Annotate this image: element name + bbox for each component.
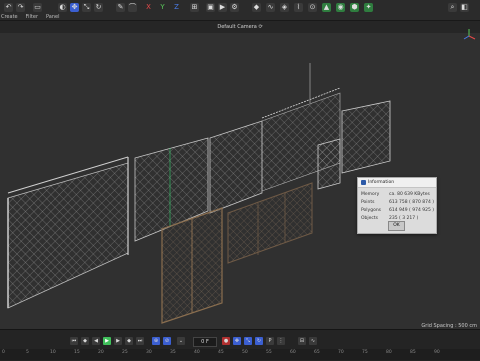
spline-icon[interactable]: ∿: [266, 3, 275, 12]
polygons-row: Polygons 614 949 ( 974 925 ): [361, 208, 435, 213]
axis-gizmo: [463, 29, 476, 40]
light-icon[interactable]: ✦: [364, 3, 373, 12]
select-icon[interactable]: ▭: [33, 3, 42, 12]
play-icon[interactable]: ▶: [103, 337, 111, 345]
frame-ruler[interactable]: 0 5 10 15 20 25 30 35 40 45 50 55 60 65 …: [0, 349, 480, 360]
previous-key-icon[interactable]: ◆: [81, 337, 89, 345]
rotate-icon[interactable]: ↻: [94, 3, 103, 12]
record-mode-icon[interactable]: ⊕: [152, 337, 160, 345]
next-frame-icon[interactable]: ▶: [114, 337, 122, 345]
timeline-options-icon[interactable]: ⊟: [298, 337, 306, 345]
points-row: Points 613 758 ( 870 874 ): [361, 200, 435, 205]
scene-icon[interactable]: ▲: [322, 3, 331, 12]
ok-button[interactable]: OK: [388, 221, 405, 231]
object-icon[interactable]: ◉: [336, 3, 345, 12]
scale-icon[interactable]: ⤡: [82, 3, 91, 12]
search-icon[interactable]: ⌕: [448, 3, 457, 12]
move-icon[interactable]: ✥: [70, 3, 79, 12]
key-scale-icon[interactable]: ⤡: [244, 337, 252, 345]
pen-icon[interactable]: ✎: [116, 3, 125, 12]
camera-label[interactable]: Default Camera ⟳: [0, 24, 480, 30]
tag-icon[interactable]: ⬢: [350, 3, 359, 12]
information-dialog: Information Memory ca. 80 639 KBytes Poi…: [357, 177, 437, 234]
fence-panel-small: [317, 138, 341, 190]
go-to-start-icon[interactable]: ⏮: [70, 337, 78, 345]
key-position-icon[interactable]: ✥: [233, 337, 241, 345]
current-frame-field[interactable]: 0 F: [193, 337, 217, 347]
axis-y-lock[interactable]: Y: [158, 3, 167, 12]
cube-icon[interactable]: ◆: [252, 3, 261, 12]
key-rotation-icon[interactable]: ↻: [255, 337, 263, 345]
key-pla-icon[interactable]: ⋮: [277, 337, 285, 345]
next-key-icon[interactable]: ◆: [125, 337, 133, 345]
dialog-title-bar: Information: [358, 178, 436, 188]
render-settings-icon[interactable]: ⚙: [230, 3, 239, 12]
fence-panel-third: [209, 120, 263, 214]
record-icon[interactable]: ●: [222, 337, 230, 345]
memory-row: Memory ca. 80 639 KBytes: [361, 192, 430, 197]
view-icon[interactable]: ◧: [460, 3, 469, 12]
key-parameter-icon[interactable]: P: [266, 337, 274, 345]
generator-icon[interactable]: ◈: [280, 3, 289, 12]
top-toolbar: ↶ ↷ ▭ ◐ ✥ ⤡ ↻ ✎ ⌒ X Y Z ⊞ ▣ ▶ ⚙ ◆ ∿ ◈ ⌇ …: [0, 0, 480, 21]
axis-z-lock[interactable]: Z: [172, 3, 181, 12]
coordinate-system-icon[interactable]: ⊞: [190, 3, 199, 12]
frame-settings-icon[interactable]: ⌄: [177, 337, 185, 345]
redo-icon[interactable]: ↷: [16, 3, 25, 12]
live-selection-icon[interactable]: ◐: [58, 3, 67, 12]
fcurve-icon[interactable]: ∿: [309, 337, 317, 345]
dialog-title: Information: [368, 180, 395, 185]
render-region-icon[interactable]: ▣: [206, 3, 215, 12]
field-icon[interactable]: ⊙: [308, 3, 317, 12]
autokey-icon[interactable]: ⊘: [163, 337, 171, 345]
deformer-icon[interactable]: ⌇: [294, 3, 303, 12]
axis-x-lock[interactable]: X: [144, 3, 153, 12]
go-to-end-icon[interactable]: ⏭: [136, 337, 144, 345]
previous-frame-icon[interactable]: ◀: [92, 337, 100, 345]
render-view-icon[interactable]: ▶: [218, 3, 227, 12]
undo-icon[interactable]: ↶: [4, 3, 13, 12]
brush-icon[interactable]: ⌒: [128, 3, 137, 12]
fence-panel-right: [341, 100, 391, 174]
app-icon: [361, 180, 366, 185]
fence-panel-left: [7, 162, 129, 309]
